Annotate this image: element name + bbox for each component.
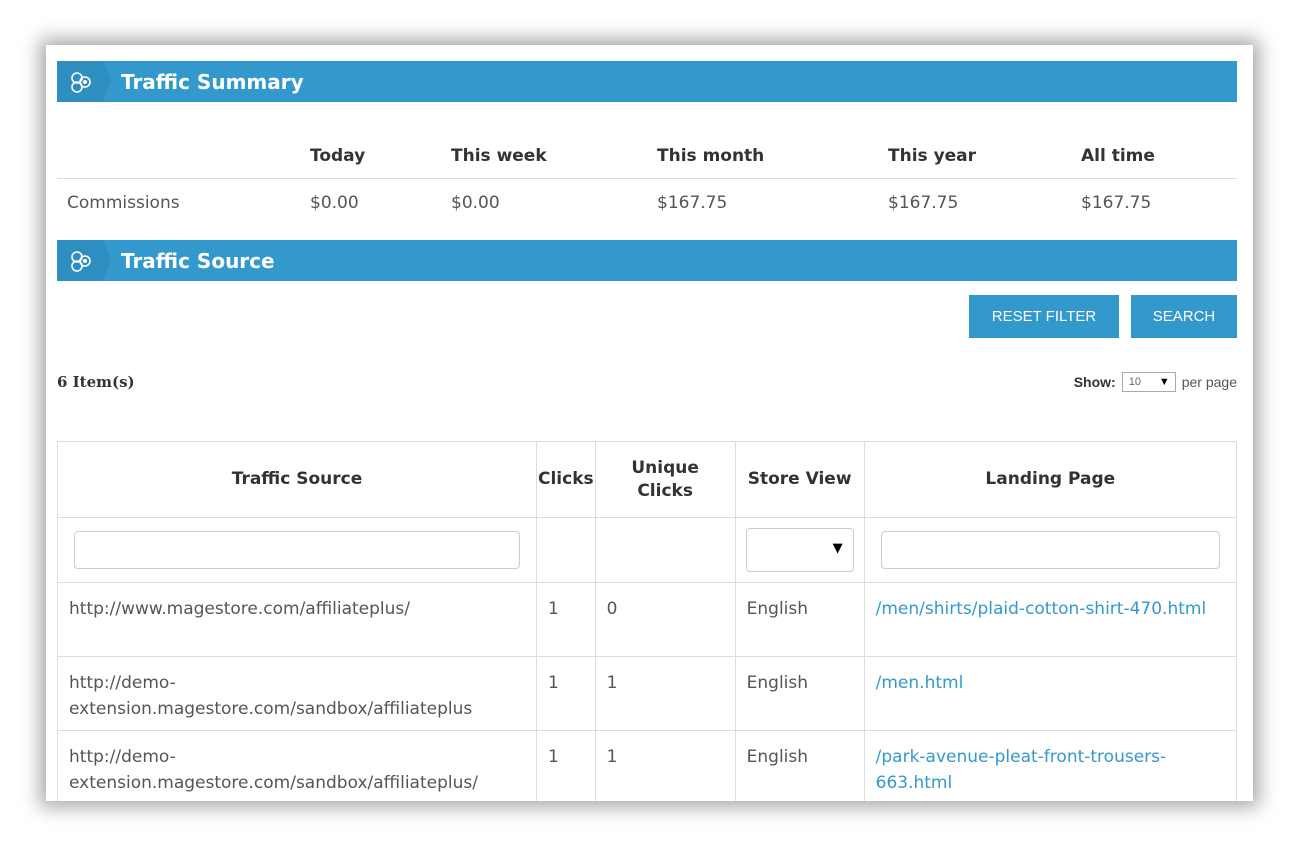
landing-page-filter-input[interactable]: [880, 531, 1220, 569]
landing-page-link[interactable]: /men/shirts/plaid-cotton-shirt-470.html: [876, 599, 1207, 619]
per-page-value: 10: [1128, 376, 1141, 388]
summary-table: Today This week This month This year All…: [57, 102, 1237, 227]
summary-col-year: This year: [878, 102, 1071, 179]
col-unique-clicks[interactable]: Unique Clicks: [594, 441, 736, 518]
summary-col-label: [57, 102, 300, 179]
traffic-source-cell: http://demo-extension.magestore.com/sand…: [57, 656, 537, 731]
search-button[interactable]: SEARCH: [1131, 295, 1237, 338]
section-title: Traffic Summary: [121, 70, 304, 94]
per-page-suffix: per page: [1181, 374, 1237, 390]
show-label: Show:: [1073, 374, 1116, 390]
triangle-down-icon: ▼: [832, 541, 843, 556]
summary-month-value: $167.75: [657, 193, 728, 213]
landing-page-cell: /park-avenue-pleat-front-trousers-663.ht…: [863, 730, 1238, 801]
summary-today-value: $0.00: [310, 193, 359, 213]
summary-year-value: $167.75: [888, 193, 959, 213]
landing-page-cell: /men.html: [863, 656, 1238, 731]
traffic-source-cell: http://demo-extension.magestore.com/sand…: [57, 730, 537, 801]
traffic-source-table: Traffic Source Clicks Unique Clicks Stor…: [57, 441, 1238, 801]
summary-header-row: Today This week This month This year All…: [57, 102, 1237, 179]
hexagon-nodes-icon: [71, 72, 91, 93]
items-count: 6 Item(s): [57, 373, 135, 391]
summary-week-value: $0.00: [451, 193, 500, 213]
panel-content: Traffic Summary Today This week This mon…: [57, 61, 1238, 801]
section-icon-box: [57, 61, 111, 102]
table-row: http://demo-extension.magestore.com/sand…: [57, 730, 1238, 801]
col-clicks[interactable]: Clicks: [536, 441, 596, 518]
table-row: http://www.magestore.com/affiliateplus/ …: [57, 582, 1238, 657]
store-view-filter-select[interactable]: ▼: [745, 528, 854, 572]
affiliate-panel: Traffic Summary Today This week This mon…: [46, 45, 1253, 801]
filter-cell: [594, 517, 736, 583]
unique-clicks-cell: 1: [594, 730, 736, 801]
unique-clicks-cell: 1: [594, 656, 736, 731]
filter-row: ▼: [57, 517, 1238, 583]
traffic-source-filter-input[interactable]: [74, 531, 520, 569]
summary-all-value: $167.75: [1081, 193, 1152, 213]
landing-page-link[interactable]: /men.html: [876, 673, 964, 693]
col-store-view[interactable]: Store View: [734, 441, 865, 518]
clicks-cell: 1: [536, 656, 596, 731]
section-title: Traffic Source: [121, 249, 275, 273]
filter-cell: [536, 517, 596, 583]
clicks-cell: 1: [536, 582, 596, 657]
summary-row-label: Commissions: [67, 193, 180, 213]
store-view-cell: English: [734, 582, 865, 657]
section-icon-box: [57, 240, 111, 281]
traffic-source-header: Traffic Source: [57, 240, 1237, 281]
hexagon-nodes-icon: [71, 251, 91, 272]
landing-page-link[interactable]: /park-avenue-pleat-front-trousers-663.ht…: [876, 747, 1167, 793]
per-page-select[interactable]: 10 ▼: [1121, 372, 1176, 392]
landing-page-cell: /men/shirts/plaid-cotton-shirt-470.html: [863, 582, 1238, 657]
store-view-cell: English: [734, 730, 865, 801]
traffic-source-cell: http://www.magestore.com/affiliateplus/: [57, 582, 537, 657]
traffic-summary-header: Traffic Summary: [57, 61, 1237, 102]
summary-col-today: Today: [300, 102, 441, 179]
grid-header-row: Traffic Source Clicks Unique Clicks Stor…: [57, 441, 1238, 518]
summary-col-month: This month: [647, 102, 878, 179]
col-landing-page[interactable]: Landing Page: [863, 441, 1238, 518]
summary-row: Commissions $0.00 $0.00 $167.75 $167.75 …: [57, 179, 1237, 228]
table-row: http://demo-extension.magestore.com/sand…: [57, 656, 1238, 731]
filter-cell: [57, 517, 537, 583]
per-page-control: Show: 10 ▼ per page: [1074, 372, 1237, 392]
filter-cell: [863, 517, 1238, 583]
filter-cell: ▼: [734, 517, 865, 583]
reset-filter-button[interactable]: RESET FILTER: [969, 295, 1119, 338]
clicks-cell: 1: [536, 730, 596, 801]
unique-clicks-cell: 0: [594, 582, 736, 657]
summary-col-all: All time: [1071, 102, 1237, 179]
store-view-cell: English: [734, 656, 865, 731]
summary-col-week: This week: [441, 102, 647, 179]
triangle-down-icon: ▼: [1158, 376, 1170, 388]
col-traffic-source[interactable]: Traffic Source: [57, 441, 537, 518]
